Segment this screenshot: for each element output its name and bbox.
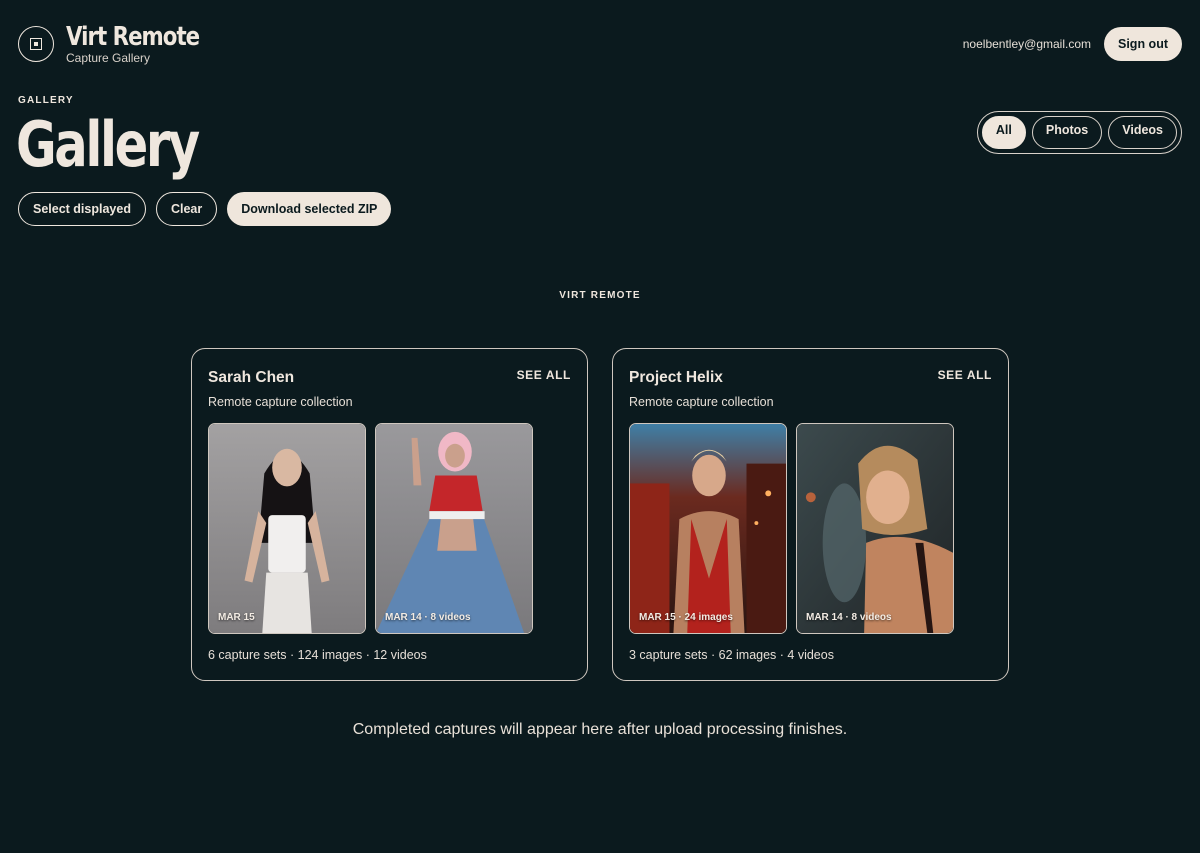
user-area: noelbentley@gmail.com Sign out <box>963 27 1182 61</box>
photo-placeholder-icon <box>630 424 786 633</box>
thumbnail-row: MAR 15 · 24 images MAR 14 · 8 videos <box>629 423 954 634</box>
capture-thumbnail[interactable]: MAR 14 · 8 videos <box>375 423 533 634</box>
download-zip-button[interactable]: Download selected ZIP <box>227 192 392 226</box>
user-email: noelbentley@gmail.com <box>962 37 1091 51</box>
section-label: VIRT REMOTE <box>559 290 641 301</box>
filter-all[interactable]: All <box>981 116 1026 149</box>
collection-description: Remote capture collection <box>208 395 353 409</box>
brand-text: Virt Remote Capture Gallery <box>66 24 228 65</box>
collection-stats: 6 capture sets · 124 images · 12 videos <box>208 648 427 662</box>
collection-card[interactable]: Sarah Chen SEE ALL Remote capture collec… <box>191 348 588 681</box>
capture-thumbnail[interactable]: MAR 14 · 8 videos <box>796 423 954 634</box>
see-all-link[interactable]: SEE ALL <box>517 368 571 382</box>
collection-title: Sarah Chen <box>208 369 295 386</box>
app-subtitle: Capture Gallery <box>66 50 151 65</box>
photo-placeholder-icon <box>376 424 532 633</box>
filter-photos[interactable]: Photos <box>1031 116 1103 149</box>
collection-title: Project Helix <box>629 369 723 386</box>
thumbnail-row: MAR 15 MAR 14 · 8 videos <box>208 423 533 634</box>
collection-stats: 3 capture sets · 62 images · 4 videos <box>629 648 834 662</box>
collection-description: Remote capture collection <box>629 395 774 409</box>
capture-thumbnail[interactable]: MAR 15 <box>208 423 366 634</box>
brand[interactable]: Virt Remote Capture Gallery <box>18 24 228 65</box>
thumbnail-caption: MAR 15 <box>218 612 255 623</box>
clear-button[interactable]: Clear <box>155 192 218 226</box>
thumbnail-caption: MAR 14 · 8 videos <box>806 612 892 623</box>
app-title: Virt Remote <box>66 21 200 52</box>
bulk-actions: Select displayed Clear Download selected… <box>18 192 392 226</box>
thumbnail-caption: MAR 15 · 24 images <box>639 612 733 623</box>
capture-thumbnail[interactable]: MAR 15 · 24 images <box>629 423 787 634</box>
app-header: Virt Remote Capture Gallery noelbentley@… <box>18 22 1182 66</box>
empty-state-message: Completed captures will appear here afte… <box>352 721 848 738</box>
collection-card[interactable]: Project Helix SEE ALL Remote capture col… <box>612 348 1009 681</box>
photo-placeholder-icon <box>797 424 953 633</box>
target-square-icon <box>18 26 54 62</box>
see-all-link[interactable]: SEE ALL <box>938 368 992 382</box>
sign-out-button[interactable]: Sign out <box>1104 27 1182 61</box>
photo-placeholder-icon <box>209 424 365 633</box>
thumbnail-caption: MAR 14 · 8 videos <box>385 612 471 623</box>
select-displayed-button[interactable]: Select displayed <box>18 192 146 226</box>
page-eyebrow: GALLERY <box>18 95 74 106</box>
filter-videos[interactable]: Videos <box>1108 116 1177 149</box>
media-filter: All Photos Videos <box>976 111 1182 154</box>
page-title: Gallery <box>16 108 200 181</box>
